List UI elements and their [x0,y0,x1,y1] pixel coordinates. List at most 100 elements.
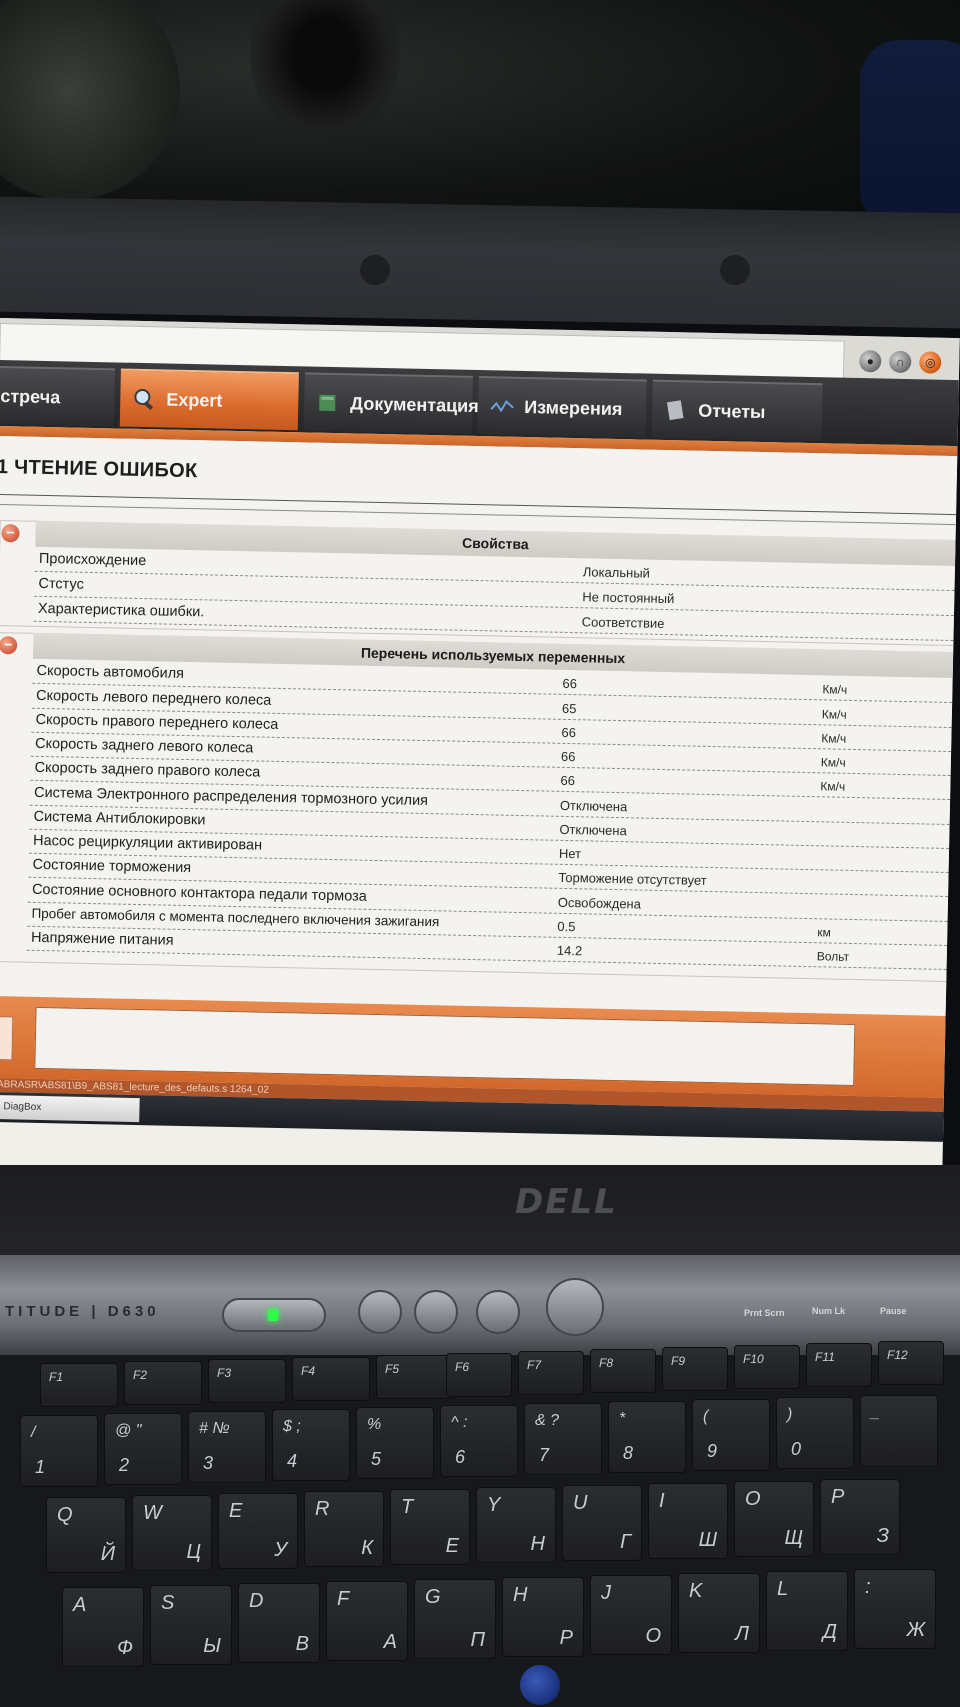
variable-label: Скорость правого переднего колеса [35,711,279,733]
key-w[interactable]: WЦ [132,1495,212,1571]
key-r[interactable]: RК [304,1491,384,1567]
key-f5[interactable]: F5 [376,1355,454,1399]
key-s[interactable]: SЫ [150,1585,232,1665]
mute-button[interactable] [476,1290,520,1334]
key-minus[interactable]: _ [860,1395,938,1467]
volume-up-button[interactable] [414,1290,458,1334]
variable-value: 66 [562,675,578,692]
key-k[interactable]: KЛ [678,1573,760,1653]
diagbox-window: ● ∩ ◎ стреча Expert Документация Измерен… [0,318,960,1188]
tab-reports[interactable]: Отчеты [651,379,823,442]
key-l[interactable]: LД [766,1571,848,1651]
exit-icon[interactable]: ◎ [919,351,942,374]
key-f7[interactable]: F7 [518,1351,584,1395]
help-icon[interactable]: ∩ [889,350,912,374]
key-d[interactable]: DВ [238,1583,320,1663]
key-f3[interactable]: F3 [208,1359,286,1403]
key-5[interactable]: % 5 [356,1407,434,1479]
tab-expert[interactable]: Expert [119,368,299,431]
key-e[interactable]: EУ [218,1493,298,1569]
prtscr-label: Prnt Scrn [744,1308,785,1318]
tab-label: стреча [0,385,61,407]
tab-measurements[interactable]: Измерения [477,376,647,438]
variable-unit: Км/ч [820,755,846,770]
key-1[interactable]: /1 [20,1415,98,1487]
divider [0,493,957,516]
window-controls: ● ∩ ◎ [859,350,942,374]
variable-value: Освобождена [557,894,642,912]
property-value: Соответствие [581,614,665,631]
key-f8[interactable]: F8 [590,1349,656,1393]
variable-label: Напряжение питания [30,929,174,949]
key-y[interactable]: YН [476,1487,556,1563]
book-icon [316,392,340,414]
variable-unit: Вольт [816,949,850,964]
property-value: Не постоянный [582,589,675,607]
key-f9[interactable]: F9 [662,1347,728,1391]
waveform-icon [490,395,514,417]
variable-value: Нет [558,845,582,862]
key-p[interactable]: PЗ [820,1479,900,1555]
key-t[interactable]: TЕ [390,1489,470,1565]
key-f2[interactable]: F2 [124,1361,202,1405]
key-6[interactable]: ^ :6 [440,1405,518,1477]
magnifier-icon [132,388,156,411]
volume-down-button[interactable] [358,1290,402,1334]
key-u[interactable]: UГ [562,1485,642,1561]
variable-value: 14.2 [556,942,583,959]
property-label: Стстус [38,575,84,593]
key-f4[interactable]: F4 [292,1357,370,1401]
key-4[interactable]: $ ; 4 [272,1409,350,1481]
info-icon[interactable]: ● [859,350,882,373]
property-label: Происхождение [38,550,147,570]
variable-unit: Км/ч [820,779,846,794]
variable-unit: Км/ч [821,731,847,746]
screen-top-bezel [0,196,960,329]
key-0[interactable]: ) 0 [776,1397,854,1469]
variable-value: Торможение отсутствует [558,869,707,888]
variable-label: Состояние торможения [32,856,192,877]
numlk-label: Num Lk [812,1306,846,1316]
key-q[interactable]: QЙ [46,1497,126,1573]
key-j[interactable]: JО [590,1575,672,1655]
variable-value: 66 [560,748,576,765]
key-o[interactable]: OЩ [734,1481,814,1557]
key-f[interactable]: FА [326,1581,408,1661]
key-f12[interactable]: F12 [878,1341,944,1385]
key-3[interactable]: # № 3 [188,1411,266,1483]
key-8[interactable]: * 8 [608,1401,686,1473]
key-g[interactable]: GП [414,1579,496,1659]
variable-label: Система Электронного распределения тормо… [33,784,429,810]
variable-unit: Км/ч [821,707,847,722]
key-a[interactable]: AФ [62,1587,144,1667]
tab-documentation[interactable]: Документация [303,372,479,434]
variable-label: Пробег автомобиля с момента последнего в… [31,905,440,930]
key-f11[interactable]: F11 [806,1343,872,1387]
key-2[interactable]: @ " 2 [104,1413,182,1485]
variable-label: Система Антиблокировки [33,808,206,829]
variable-label: Насос рециркуляции активирован [32,832,263,854]
key-semicolon[interactable]: :Ж [854,1569,936,1649]
key-f6[interactable]: F6 [446,1353,512,1397]
key-7[interactable]: & ? 7 [524,1403,602,1475]
key-9[interactable]: (9 [692,1399,770,1471]
key-f10[interactable]: F10 [734,1345,800,1389]
trackpoint[interactable] [520,1665,560,1705]
variable-value: 66 [561,724,577,741]
divider [0,503,956,526]
background-object [0,0,180,200]
screen-bottom-bezel [0,1165,960,1255]
bezel-sensor [360,255,390,285]
bezel-sensor [720,255,750,285]
taskbar-diagbox[interactable]: DiagBox [0,1094,140,1123]
side-button[interactable] [0,1015,14,1061]
variable-value: Отключена [559,797,628,815]
brand-logo: DELL [515,1182,618,1222]
tab-vstrecha[interactable]: стреча [0,365,115,427]
power-button[interactable] [546,1278,604,1336]
key-f1[interactable]: F1 [40,1363,118,1407]
key-i[interactable]: IШ [648,1483,728,1559]
tab-label: Измерения [524,396,623,419]
variable-label: Скорость автомобиля [36,662,185,682]
key-h[interactable]: HР [502,1577,584,1657]
